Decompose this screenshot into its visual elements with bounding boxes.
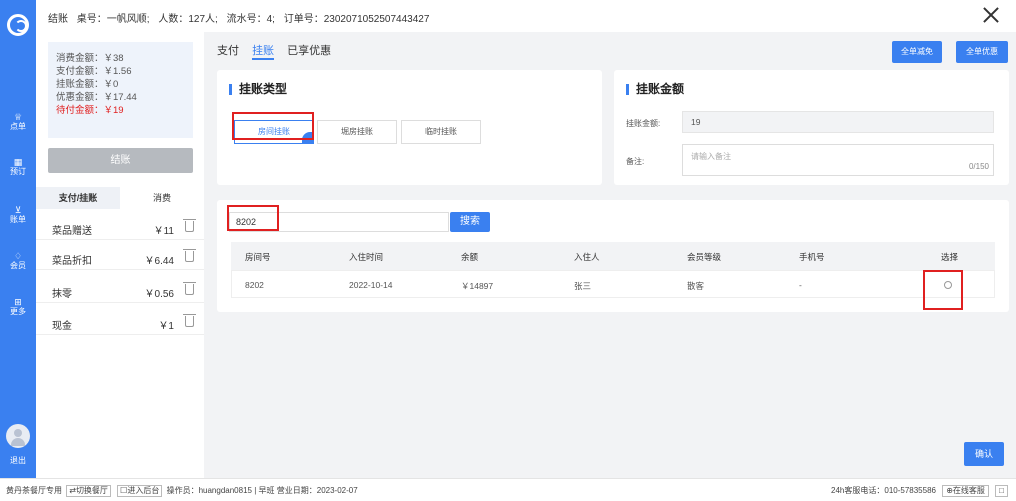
close-icon[interactable] bbox=[982, 6, 1000, 24]
app-logo-icon bbox=[7, 14, 29, 36]
table-row[interactable]: 8202 2022-10-14 ￥14897 张三 散客 - bbox=[231, 270, 995, 298]
pending-amount: 待付金额：￥19 bbox=[56, 105, 124, 116]
list-item: 菜品折扣 ￥6.44 bbox=[36, 244, 204, 270]
business-date: 营业日期：2023-02-07 bbox=[276, 486, 358, 495]
table-header: 房间号 入住时间 余额 入住人 会员等级 手机号 选择 bbox=[231, 242, 995, 270]
highlight-box bbox=[232, 112, 314, 140]
list-item: 菜品赠送 ￥11 bbox=[36, 214, 204, 240]
credit-amount-title: 挂账金额 bbox=[626, 83, 684, 95]
credit-amount-card: 挂账金额 挂账金额: 19 备注: 请输入备注 0/150 bbox=[614, 70, 1009, 185]
header-title: 结账 bbox=[48, 14, 68, 25]
operator-name: 操作员：huangdan0815 bbox=[166, 486, 252, 495]
window-icon[interactable]: □ bbox=[995, 485, 1008, 497]
search-button[interactable]: 搜索 bbox=[450, 212, 490, 232]
remark-input[interactable]: 请输入备注 0/150 bbox=[682, 144, 994, 176]
payment-tabs: 支付 挂账 已享优惠 bbox=[217, 42, 341, 60]
checkout-button[interactable]: 结账 bbox=[48, 148, 193, 173]
discount-amount: 优惠金额：￥17.44 bbox=[56, 92, 137, 103]
highlight-box bbox=[923, 270, 963, 310]
paid-amount: 支付金额：￥1.56 bbox=[56, 66, 132, 77]
credit-amount-field[interactable]: 19 bbox=[682, 111, 994, 133]
tab-pay[interactable]: 支付 bbox=[217, 45, 239, 57]
tab-applied-discounts[interactable]: 已享优惠 bbox=[287, 45, 331, 57]
nav-item-order[interactable]: ♕ 点单 bbox=[0, 112, 36, 131]
order-info: 结账 桌号：一帆风顺; 人数：127人; 流水号：4; 订单号：23020710… bbox=[48, 10, 435, 25]
people-count: 人数：127人; bbox=[158, 14, 218, 25]
tab-credit[interactable]: 挂账 bbox=[252, 45, 275, 60]
logout-button[interactable]: 退出 bbox=[0, 456, 36, 465]
suite-credit-option[interactable]: 堀房挂账 bbox=[317, 120, 397, 144]
credit-amount-label: 挂账金额: bbox=[626, 119, 661, 128]
highlight-box bbox=[227, 205, 279, 231]
full-reduction-button[interactable]: 全单减免 bbox=[892, 41, 942, 63]
status-bar: 黄丹茶餐厅专用 ⇄切换餐厅 ☐进入后台 操作员：huangdan0815 | 早… bbox=[0, 478, 1016, 501]
trash-icon[interactable] bbox=[183, 219, 196, 232]
credit-amount: 挂账金额：￥0 bbox=[56, 79, 119, 90]
bell-icon: ♕ bbox=[13, 112, 23, 122]
trash-icon[interactable] bbox=[183, 314, 196, 327]
avatar[interactable] bbox=[6, 424, 30, 448]
temporary-credit-option[interactable]: 临时挂账 bbox=[401, 120, 481, 144]
nav-item-member[interactable]: ♢ 会员 bbox=[0, 251, 36, 270]
table-number: 桌号：一帆风顺; bbox=[76, 14, 150, 25]
serial-number: 流水号：4; bbox=[226, 14, 275, 25]
chart-icon: ⊻ bbox=[14, 205, 22, 215]
header-bar: 结账 桌号：一帆风顺; 人数：127人; 流水号：4; 订单号：23020710… bbox=[36, 0, 1016, 32]
grid-icon: ⊞ bbox=[14, 297, 22, 307]
room-search-card: 8202 搜索 房间号 入住时间 余额 入住人 会员等级 手机号 选择 8202… bbox=[217, 200, 1009, 312]
full-discount-button[interactable]: 全单优惠 bbox=[956, 41, 1008, 63]
diamond-icon: ♢ bbox=[13, 251, 23, 261]
nav-item-reserve[interactable]: ▦ 预订 bbox=[0, 157, 36, 176]
remark-char-count: 0/150 bbox=[968, 162, 989, 171]
nav-item-more[interactable]: ⊞ 更多 bbox=[0, 297, 36, 316]
left-tabs: 支付/挂账 消费 bbox=[36, 187, 204, 209]
left-nav: ♕ 点单 ▦ 预订 ⊻ 账单 ♢ 会员 ⊞ 更多 退出 bbox=[0, 0, 36, 478]
credit-type-title: 挂账类型 bbox=[229, 83, 287, 95]
tab-payment-credit[interactable]: 支付/挂账 bbox=[36, 187, 120, 209]
consume-amount: 消费金额：￥38 bbox=[56, 53, 124, 64]
amount-summary: 消费金额：￥38 支付金额：￥1.56 挂账金额：￥0 优惠金额：￥17.44 … bbox=[48, 42, 193, 138]
switch-store-button[interactable]: ⇄切换餐厅 bbox=[66, 485, 111, 497]
enter-backend-button[interactable]: ☐进入后台 bbox=[117, 485, 163, 497]
online-service-button[interactable]: ⊕在线客服 bbox=[942, 485, 989, 497]
trash-icon[interactable] bbox=[183, 249, 196, 262]
list-item: 抹零 ￥0.56 bbox=[36, 277, 204, 303]
payment-panel: 消费金额：￥38 支付金额：￥1.56 挂账金额：￥0 优惠金额：￥17.44 … bbox=[36, 32, 204, 478]
calendar-icon: ▦ bbox=[13, 157, 23, 167]
list-item: 现金 ￥1 bbox=[36, 309, 204, 335]
nav-item-bill[interactable]: ⊻ 账单 bbox=[0, 205, 36, 224]
shift-name: 早班 bbox=[258, 486, 275, 495]
hotline: 24h客服电话：010-57835586 bbox=[831, 486, 936, 495]
store-name: 黄丹茶餐厅专用 bbox=[6, 486, 62, 495]
trash-icon[interactable] bbox=[183, 282, 196, 295]
tab-consumption[interactable]: 消费 bbox=[120, 187, 204, 209]
order-number: 订单号：2302071052507443427 bbox=[283, 14, 430, 25]
main-content: 支付 挂账 已享优惠 全单减免 全单优惠 挂账类型 房间挂账 堀房挂账 临时挂账… bbox=[204, 32, 1016, 478]
confirm-button[interactable]: 确认 bbox=[964, 442, 1004, 466]
credit-type-card: 挂账类型 房间挂账 堀房挂账 临时挂账 bbox=[217, 70, 602, 185]
remark-label: 备注: bbox=[626, 157, 645, 166]
